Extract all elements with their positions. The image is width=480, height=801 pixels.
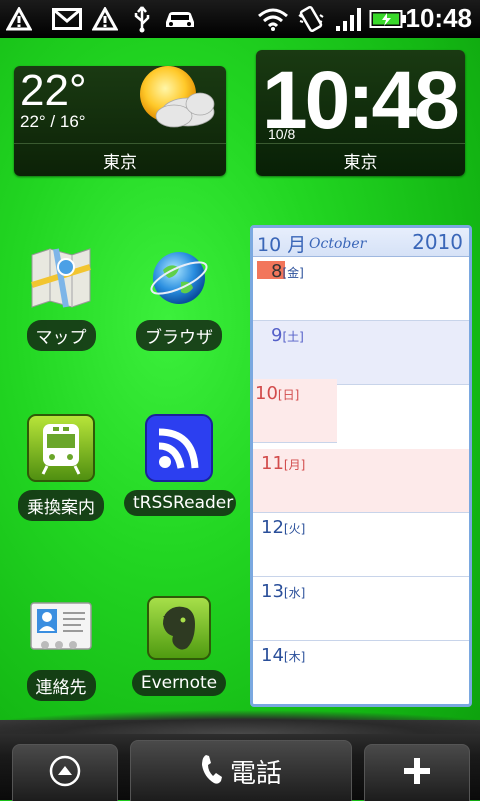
status-bar[interactable]: 10:48	[0, 0, 480, 38]
clock-city: 東京	[256, 143, 465, 176]
app-maps[interactable]: マップ	[6, 240, 116, 355]
weather-temp: 22°	[20, 66, 87, 115]
weather-widget[interactable]: 22° 22° / 16° 東京	[14, 66, 226, 176]
phone-label: 電話	[229, 758, 282, 789]
contacts-icon	[23, 590, 99, 666]
calendar-month: 10 月	[257, 234, 307, 256]
app-label: 乗換案内	[18, 490, 104, 521]
app-drawer-button[interactable]	[12, 744, 118, 801]
calendar-month-name: October	[309, 236, 367, 252]
app-rss[interactable]: tRSSReader	[124, 410, 236, 520]
app-contacts[interactable]: 連絡先	[6, 590, 116, 705]
warning-icon	[4, 5, 34, 33]
sun-cloud-icon	[130, 60, 220, 140]
gmail-icon	[50, 5, 84, 33]
weekday-label: [火]	[283, 522, 306, 536]
calendar-day-row[interactable]: 10[日]	[253, 379, 337, 443]
app-label: マップ	[26, 320, 96, 351]
weekday-label: [日]	[277, 388, 300, 402]
app-browser[interactable]: ブラウザ	[124, 240, 234, 355]
clock-date: 10/8	[268, 126, 296, 142]
calendar-day-row[interactable]: 11[月]	[253, 449, 469, 513]
usb-icon	[130, 5, 154, 33]
day-number: 13	[261, 581, 284, 602]
app-label: ブラウザ	[136, 320, 222, 351]
train-icon	[23, 410, 99, 486]
calendar-day-row[interactable]: 8[金]	[253, 257, 469, 321]
day-number: 12	[261, 517, 284, 538]
rss-icon	[141, 410, 217, 486]
car-icon	[162, 5, 198, 33]
up-arrow-icon	[48, 754, 82, 792]
battery-icon	[368, 5, 408, 33]
calendar-widget[interactable]: 10 月 October 2010 8[金] 9[土] 10[日] 11[月] …	[250, 225, 472, 707]
phone-button[interactable]: 電話	[130, 740, 352, 801]
calendar-year: 2010	[412, 230, 463, 254]
calendar-day-row[interactable]: 9[土]	[253, 321, 469, 385]
app-label: Evernote	[131, 670, 227, 696]
maps-icon	[23, 240, 99, 316]
phone-icon	[200, 753, 224, 789]
calendar-header: 10 月 October 2010	[253, 228, 469, 257]
dock: 電話	[0, 706, 480, 801]
signal-icon	[334, 5, 364, 33]
app-label: tRSSReader	[124, 490, 236, 516]
add-button[interactable]	[364, 744, 470, 801]
day-number: 9	[271, 325, 283, 346]
weather-range: 22° / 16°	[20, 112, 86, 131]
weather-city: 東京	[14, 143, 226, 176]
vibrate-icon	[296, 5, 326, 33]
app-evernote[interactable]: Evernote	[124, 590, 234, 700]
evernote-icon	[141, 590, 217, 666]
app-transit[interactable]: 乗換案内	[6, 410, 116, 525]
weekday-label: [月]	[283, 458, 306, 472]
weekday-label: [水]	[283, 586, 306, 600]
day-number: 11	[261, 453, 284, 474]
wifi-icon	[256, 5, 290, 33]
app-label: 連絡先	[26, 670, 96, 701]
day-number: 8	[271, 261, 283, 282]
browser-icon	[141, 240, 217, 316]
weekday-label: [金]	[282, 266, 304, 280]
calendar-day-row[interactable]: 14[木]	[253, 641, 469, 704]
clock-widget[interactable]: 10:48 10/8 東京	[256, 50, 465, 176]
weekday-label: [木]	[283, 650, 306, 664]
weekday-label: [土]	[282, 330, 304, 344]
warning-icon	[90, 5, 120, 33]
calendar-day-row[interactable]: 13[水]	[253, 577, 469, 641]
plus-icon	[401, 755, 433, 791]
day-number: 10	[255, 383, 278, 404]
calendar-day-row[interactable]: 12[火]	[253, 513, 469, 577]
status-clock: 10:48	[405, 3, 473, 33]
day-number: 14	[261, 645, 284, 666]
